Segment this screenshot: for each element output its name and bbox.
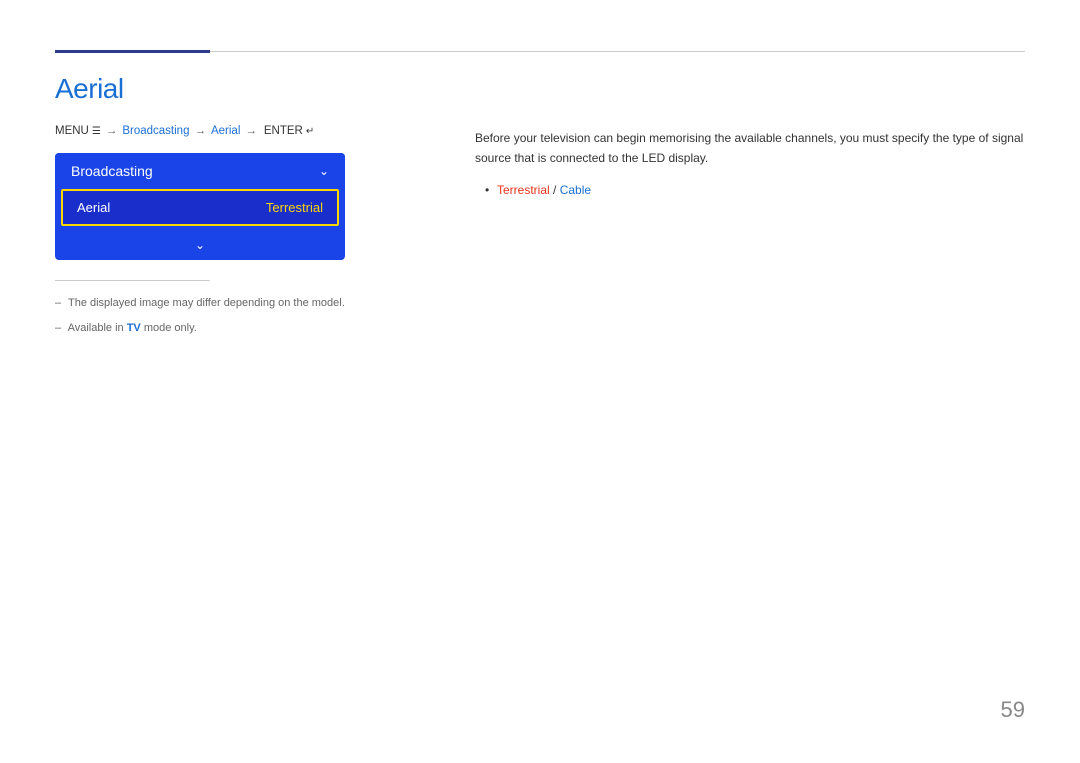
note-2: – Available in TV mode only.	[55, 320, 435, 337]
note-2-highlight: TV	[127, 322, 141, 334]
ui-panel-footer: ⌄	[55, 234, 345, 260]
breadcrumb-aerial: Aerial	[211, 125, 240, 137]
bullet-list: Terrestrial / Cable	[475, 181, 1025, 200]
note-2-after: mode only.	[141, 322, 197, 334]
ui-item-label: Aerial	[77, 200, 110, 215]
page-container: Aerial MENU ☰ → Broadcasting → Aerial → …	[0, 0, 1080, 763]
breadcrumb-enter-label: ENTER	[264, 125, 303, 137]
breadcrumb-arrow-2: →	[194, 125, 206, 137]
bullet-item: Terrestrial / Cable	[485, 181, 1025, 200]
top-line-dark	[55, 50, 210, 53]
ui-panel-title: Broadcasting	[71, 163, 153, 179]
chevron-up-icon: ⌄	[319, 164, 329, 178]
page-title: Aerial	[55, 73, 435, 105]
left-column: Aerial MENU ☰ → Broadcasting → Aerial → …	[55, 73, 435, 344]
page-number: 59	[1001, 697, 1025, 723]
note-1-text: The displayed image may differ depending…	[68, 297, 345, 309]
ui-panel-item[interactable]: Aerial Terrestrial	[61, 189, 339, 226]
ui-panel-header: Broadcasting ⌄	[55, 153, 345, 189]
breadcrumb-broadcasting: Broadcasting	[122, 125, 189, 137]
description-text: Before your television can begin memoris…	[475, 128, 1025, 169]
note-dash-2: –	[55, 322, 61, 334]
bullet-slash: /	[550, 183, 560, 197]
breadcrumb-arrow-3: →	[245, 125, 257, 137]
note-2-before: Available in	[68, 322, 127, 334]
note-dash-1: –	[55, 297, 61, 309]
top-line-light	[210, 51, 1025, 52]
breadcrumb: MENU ☰ → Broadcasting → Aerial → ENTER ↵	[55, 125, 435, 137]
bullet-terrestrial: Terrestrial	[497, 183, 550, 197]
content-wrapper: Aerial MENU ☰ → Broadcasting → Aerial → …	[55, 73, 1025, 344]
menu-icon: ☰	[92, 126, 101, 137]
note-1: – The displayed image may differ dependi…	[55, 295, 435, 312]
breadcrumb-menu-label: MENU	[55, 125, 89, 137]
enter-icon: ↵	[306, 126, 314, 137]
ui-item-value: Terrestrial	[266, 200, 323, 215]
chevron-down-icon: ⌄	[195, 238, 205, 252]
breadcrumb-arrow-1: →	[106, 125, 118, 137]
panel-separator	[55, 280, 210, 281]
ui-panel: Broadcasting ⌄ Aerial Terrestrial ⌄	[55, 153, 345, 260]
top-dividers	[55, 50, 1025, 53]
right-column: Before your television can begin memoris…	[475, 73, 1025, 344]
bullet-cable: Cable	[560, 183, 591, 197]
